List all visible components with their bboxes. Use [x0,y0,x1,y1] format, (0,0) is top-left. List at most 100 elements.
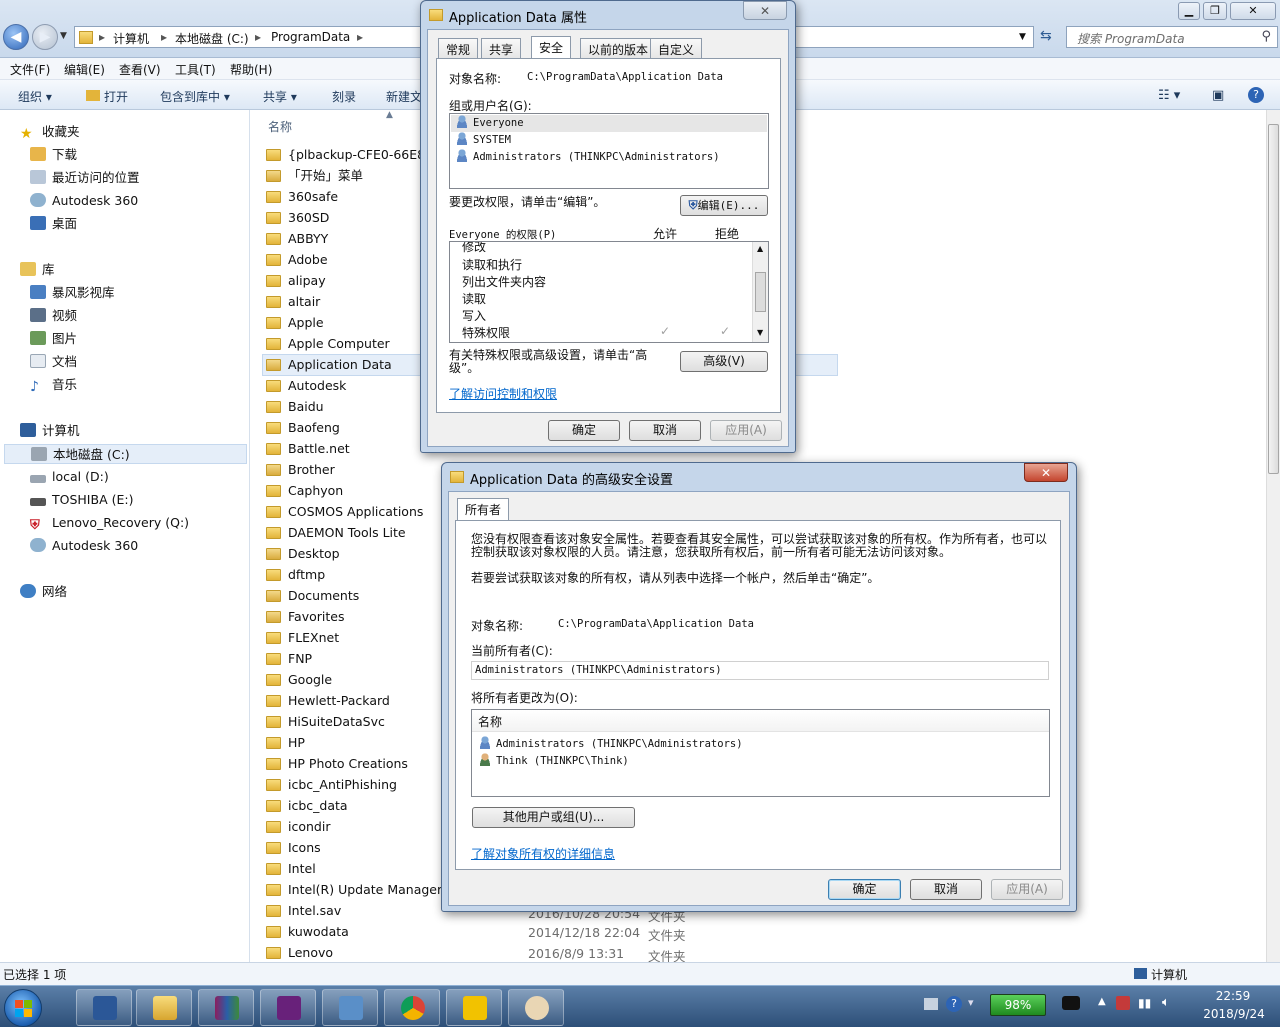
file-row[interactable]: Google [266,669,332,690]
file-row[interactable]: 360SD [266,207,329,228]
learn-ownership-link[interactable]: 了解对象所有权的详细信息 [471,845,615,862]
maximize-button[interactable]: ❐ [1203,2,1227,20]
file-row[interactable]: Icons [266,837,321,858]
owner-item-administrators[interactable]: Administrators (THINKPC\Administrators) [478,736,743,750]
refresh-icon[interactable]: ⇆ [1040,28,1052,44]
file-row[interactable]: Intel(R) Update Manager [266,879,442,900]
column-header-name[interactable]: 名称 [268,118,292,135]
scroll-thumb[interactable] [1268,124,1279,474]
tray-chevron-icon[interactable]: ▾ [968,996,974,1009]
menu-tools[interactable]: 工具(T) [175,61,216,78]
file-row[interactable]: icbc_data [266,795,348,816]
file-row[interactable]: FNP [266,648,312,669]
volume-icon[interactable]: 🔈︎ [1162,995,1170,1010]
group-item-everyone[interactable]: Everyone [451,115,767,132]
file-row[interactable]: Apple [266,312,324,333]
file-row[interactable]: icondir [266,816,330,837]
ok-button[interactable]: 确定 [548,420,620,441]
file-row[interactable]: Hewlett-Packard [266,690,390,711]
file-row[interactable]: HP [266,732,305,753]
clock-date[interactable]: 2018/9/24 [1194,1007,1274,1021]
file-row[interactable]: Favorites [266,606,344,627]
other-users-button[interactable]: 其他用户或组(U)... [472,807,635,828]
scroll-up-icon[interactable]: ▲ [757,244,763,253]
organize-button[interactable]: 组织 ▾ [18,88,52,105]
menu-file[interactable]: 文件(F) [10,61,50,78]
file-row[interactable]: HiSuiteDataSvc [266,711,385,732]
burn-button[interactable]: 刻录 [332,88,356,105]
open-button[interactable]: 打开 [86,88,128,105]
file-row[interactable]: alipay [266,270,326,291]
forward-button[interactable]: ▶ [32,24,58,50]
nav-item-music[interactable]: ♪ 音乐 [30,375,77,395]
taskbar-app-s[interactable] [446,989,502,1026]
tab-customize[interactable]: 自定义 [650,38,703,58]
nav-item-desktop[interactable]: 桌面 [30,214,77,234]
nav-item-baofeng[interactable]: 暴风影视库 [30,283,115,303]
permissions-scrollbar[interactable]: ▲ ▼ [752,242,768,342]
learn-access-control-link[interactable]: 了解访问控制和权限 [449,385,557,402]
include-in-library-button[interactable]: 包含到库中 ▾ [160,88,230,105]
recent-pages-chevron-icon[interactable]: ▼ [60,31,67,41]
nav-item-drive-q[interactable]: ⛨ Lenovo_Recovery (Q:) [30,513,189,533]
nav-item-pictures[interactable]: 图片 [30,329,77,349]
file-row[interactable]: Documents [266,585,359,606]
tab-general[interactable]: 常规 [438,38,479,58]
security-alert-icon[interactable] [1116,996,1130,1010]
file-row[interactable]: Autodesk [266,375,346,396]
group-item-administrators[interactable]: Administrators (THINKPC\Administrators) [451,149,720,166]
nav-item-recent[interactable]: 最近访问的位置 [30,168,140,188]
tab-owner[interactable]: 所有者 [457,498,510,520]
menu-help[interactable]: 帮助(H) [230,61,272,78]
search-input[interactable]: 搜索 ProgramData ⚲ [1066,26,1278,48]
list-header-name[interactable]: 名称 [472,710,1049,732]
file-row[interactable]: HP Photo Creations [266,753,408,774]
nav-item-drive-e[interactable]: TOSHIBA (E:) [30,490,133,510]
edit-button[interactable]: ⛨编辑(E)... [680,195,768,216]
taskbar-word[interactable] [76,989,132,1026]
menu-edit[interactable]: 编辑(E) [64,61,105,78]
file-row[interactable]: {plbackup-CFE0-66E8-( [266,144,434,165]
file-row[interactable]: 360safe [266,186,338,207]
permissions-list[interactable]: 修改 读取和执行 列出文件夹内容 读取 写入 特殊权限 ✓ ✓ ▲ ▼ [449,241,769,343]
show-hidden-icons-icon[interactable]: ▲ [1098,996,1106,1007]
file-row[interactable]: Caphyon [266,480,343,501]
file-row[interactable]: ABBYY [266,228,328,249]
tab-security[interactable]: 安全 [531,36,572,58]
taskbar-visual-studio[interactable] [260,989,316,1026]
file-row[interactable]: COSMOS Applications [266,501,423,522]
tab-sharing[interactable]: 共享 [481,38,522,58]
file-row[interactable]: dftmp [266,564,325,585]
file-row[interactable]: icbc_AntiPhishing [266,774,397,795]
minimize-button[interactable]: ▁ [1178,2,1200,20]
file-row[interactable]: Baofeng [266,417,340,438]
file-row[interactable]: DAEMON Tools Lite [266,522,406,543]
cancel-button[interactable]: 取消 [910,879,982,900]
nav-libraries[interactable]: 库 [20,260,55,280]
taskbar-control-panel[interactable] [322,989,378,1026]
file-row[interactable]: altair [266,291,320,312]
taskbar-explorer[interactable] [136,989,192,1026]
breadcrumb-item[interactable]: 计算机 [113,30,149,47]
file-row[interactable]: Brother [266,459,335,480]
preview-pane-icon[interactable]: ▣ [1212,88,1224,103]
groups-list[interactable]: Everyone SYSTEM Administrators (THINKPC\… [449,113,769,189]
file-row[interactable]: Lenovo [266,942,333,963]
file-row[interactable]: kuwodata [266,921,349,942]
help-icon[interactable]: ? [1248,87,1264,103]
battery-indicator[interactable]: 98% [990,994,1046,1016]
scroll-thumb[interactable] [755,272,766,312]
nav-item-downloads[interactable]: 下载 [30,145,77,165]
nav-item-autodesk360[interactable]: Autodesk 360 [30,191,138,211]
taskbar-chrome[interactable] [384,989,440,1026]
tab-previous-versions[interactable]: 以前的版本 [580,38,657,58]
breadcrumb-item[interactable]: 本地磁盘 (C:) [175,30,249,47]
nav-item-autodesk360-drive[interactable]: Autodesk 360 [30,536,138,556]
ok-button[interactable]: 确定 [828,879,901,900]
breadcrumb-item[interactable]: ProgramData [271,30,350,44]
cancel-button[interactable]: 取消 [629,420,701,441]
file-row[interactable]: Apple Computer [266,333,390,354]
taskbar-paint[interactable] [508,989,564,1026]
view-options-icon[interactable]: ☷ ▾ [1158,88,1180,103]
power-plug-icon[interactable] [1062,996,1080,1010]
